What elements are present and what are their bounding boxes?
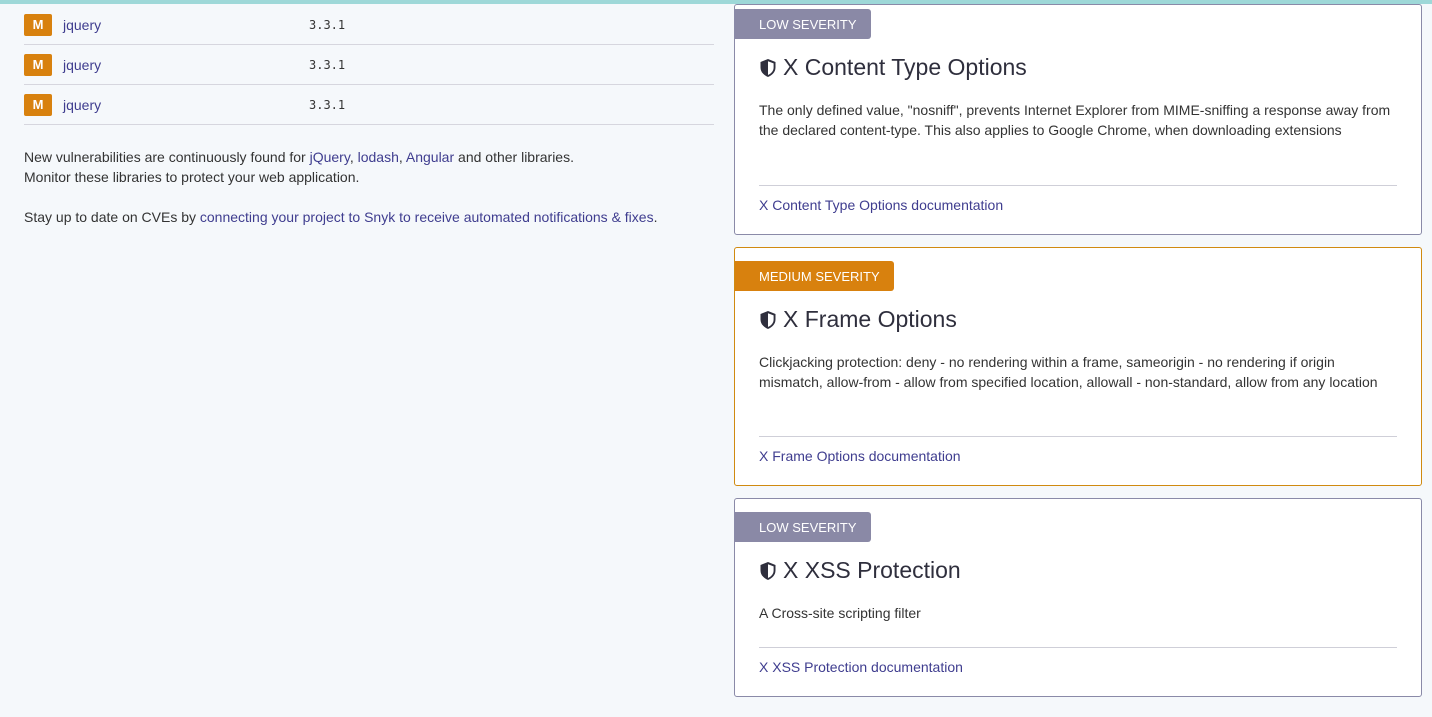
vulnerability-info-text: New vulnerabilities are continuously fou… bbox=[24, 147, 714, 227]
dependency-version: 3.3.1 bbox=[309, 97, 346, 112]
documentation-link[interactable]: X XSS Protection documentation bbox=[759, 659, 963, 675]
medium-severity-badge: M bbox=[24, 53, 52, 76]
info-line-1: New vulnerabilities are continuously fou… bbox=[24, 147, 714, 167]
info-line-3: Stay up to date on CVEs by connecting yo… bbox=[24, 207, 714, 227]
header-card-x-xss-protection: LOW SEVERITY X XSS Protection A Cross-si… bbox=[734, 498, 1422, 697]
header-description: A Cross-site scripting filter bbox=[759, 605, 921, 621]
jquery-link[interactable]: jQuery bbox=[310, 149, 350, 165]
documentation-link[interactable]: X Frame Options documentation bbox=[759, 448, 961, 464]
low-severity-label: LOW SEVERITY bbox=[735, 512, 871, 542]
header-title: X Content Type Options bbox=[759, 54, 1027, 81]
connect-snyk-link[interactable]: connecting your project to Snyk to recei… bbox=[200, 209, 654, 225]
info-text: . bbox=[653, 209, 658, 225]
header-card-x-frame-options: MEDIUM SEVERITY X Frame Options Clickjac… bbox=[734, 247, 1422, 486]
low-severity-label: LOW SEVERITY bbox=[735, 9, 871, 39]
header-description: Clickjacking protection: deny - no rende… bbox=[759, 354, 1378, 390]
shield-icon bbox=[760, 310, 776, 329]
dependencies-panel: M jquery 3.3.1 M jquery 3.3.1 M jquery 3… bbox=[24, 5, 714, 227]
card-divider bbox=[759, 647, 1397, 648]
dependency-row: M jquery 3.3.1 bbox=[24, 45, 714, 85]
header-title: X XSS Protection bbox=[759, 557, 961, 584]
card-divider bbox=[759, 436, 1397, 437]
info-separator: , bbox=[398, 149, 406, 165]
dependency-version: 3.3.1 bbox=[309, 57, 346, 72]
header-description: The only defined value, "nosniff", preve… bbox=[759, 102, 1391, 138]
header-card-x-content-type-options: LOW SEVERITY X Content Type Options The … bbox=[734, 4, 1422, 235]
card-divider bbox=[759, 185, 1397, 186]
dependency-version: 3.3.1 bbox=[309, 17, 346, 32]
shield-icon bbox=[760, 561, 776, 580]
header-title-text: X XSS Protection bbox=[783, 557, 961, 583]
dependency-link[interactable]: jquery bbox=[63, 17, 309, 33]
info-text: and other libraries. bbox=[454, 149, 574, 165]
angular-link[interactable]: Angular bbox=[406, 149, 454, 165]
info-line-2: Monitor these libraries to protect your … bbox=[24, 169, 360, 185]
medium-severity-badge: M bbox=[24, 13, 52, 36]
info-separator: , bbox=[349, 149, 358, 165]
header-title-text: X Frame Options bbox=[783, 306, 957, 332]
dependency-row: M jquery 3.3.1 bbox=[24, 5, 714, 45]
info-text: New vulnerabilities are continuously fou… bbox=[24, 149, 310, 165]
medium-severity-label: MEDIUM SEVERITY bbox=[735, 261, 894, 291]
lodash-link[interactable]: lodash bbox=[358, 149, 399, 165]
header-title: X Frame Options bbox=[759, 306, 957, 333]
medium-severity-badge: M bbox=[24, 93, 52, 116]
documentation-link[interactable]: X Content Type Options documentation bbox=[759, 197, 1003, 213]
header-title-text: X Content Type Options bbox=[783, 54, 1027, 80]
dependency-link[interactable]: jquery bbox=[63, 57, 309, 73]
dependency-link[interactable]: jquery bbox=[63, 97, 309, 113]
dependency-row: M jquery 3.3.1 bbox=[24, 85, 714, 125]
info-text: Stay up to date on CVEs by bbox=[24, 209, 200, 225]
shield-icon bbox=[760, 58, 776, 77]
